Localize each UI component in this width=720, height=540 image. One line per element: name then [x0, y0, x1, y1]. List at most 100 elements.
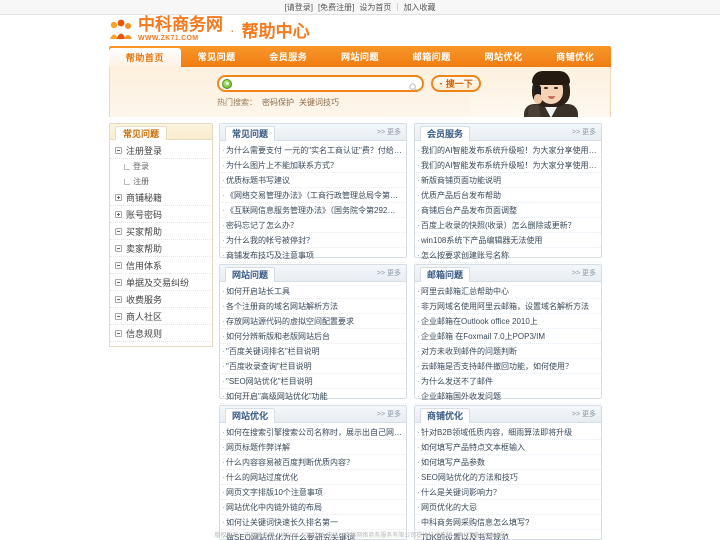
- collapse-minus-icon[interactable]: [115, 146, 122, 154]
- list-item[interactable]: 商铺发布技巧及注意事项: [220, 248, 406, 263]
- list-item[interactable]: 网站优化中内链外链的布局: [220, 500, 406, 515]
- collapse-minus-icon[interactable]: [115, 312, 122, 320]
- list-item[interactable]: 各个注册商的域名网站解析方法: [220, 299, 406, 314]
- list-item[interactable]: 百度上收录的快照(收录）怎么删除或更新？: [415, 218, 601, 233]
- collapse-minus-icon[interactable]: [115, 295, 122, 303]
- list-item[interactable]: 《互联网信息服务管理办法》（国务院令第292号）: [220, 203, 406, 218]
- list-item[interactable]: 针对B2B领域低质内容，细雨算法即将升级: [415, 425, 601, 440]
- nav-item-0[interactable]: 帮助首页: [109, 48, 181, 67]
- list-item[interactable]: 优质标题书写建议: [220, 173, 406, 188]
- list-item[interactable]: win108系统下产品编辑器无法使用: [415, 233, 601, 248]
- search-banner: · 搜一下 热门搜索： 密码保护 关键词技巧: [109, 67, 611, 117]
- sidebar-item-7[interactable]: 收费服务: [110, 291, 212, 308]
- list-item[interactable]: 优质产品后台发布帮助: [415, 188, 601, 203]
- list-item[interactable]: 企业邮箱 在Foxmail 7.0上POP3/IM: [415, 329, 601, 344]
- list-item[interactable]: 什么是关键词影响力？: [415, 485, 601, 500]
- list-item[interactable]: 新版商铺页面功能说明: [415, 173, 601, 188]
- collapse-minus-icon[interactable]: [115, 278, 122, 286]
- list-item[interactable]: 什么内容容易被百度判断优质内容？: [220, 455, 406, 470]
- list-item[interactable]: 阿里云邮箱汇总帮助中心: [415, 284, 601, 299]
- list-item[interactable]: 如何分辨新版和老版网站后台: [220, 329, 406, 344]
- search-icon[interactable]: [409, 79, 418, 92]
- sidebar-item-3[interactable]: 买家帮助: [110, 223, 212, 240]
- sidebar-item-9[interactable]: 信息规则: [110, 325, 212, 342]
- list-item[interactable]: 如何开启"高级网站优化"功能: [220, 389, 406, 404]
- help-center-page: [请登录] [免费注册] 设为首页 | 加入收藏 中科商务网 WWW.ZK71.…: [0, 0, 720, 540]
- collapse-minus-icon[interactable]: [115, 261, 122, 269]
- list-item[interactable]: 如何在搜索引擎搜索公司名称时，展示出自己网站？: [220, 425, 406, 440]
- list-item[interactable]: "SEO网站优化"栏目说明: [220, 374, 406, 389]
- sidebar-item-0[interactable]: 注册登录: [110, 142, 212, 159]
- expand-plus-icon[interactable]: [115, 210, 122, 218]
- panel-more-link-2[interactable]: >> 更多: [377, 268, 401, 278]
- nav-item-3[interactable]: 网站问题: [324, 46, 396, 67]
- list-item[interactable]: 网页优化的大忌: [415, 500, 601, 515]
- list-item[interactable]: 企业邮箱在Outlook office 2010上: [415, 314, 601, 329]
- logo-dot: ·: [230, 21, 235, 38]
- list-item[interactable]: 为什么我的帐号被停封？: [220, 233, 406, 248]
- nav-item-2[interactable]: 会员服务: [252, 46, 324, 67]
- sidebar-item-2[interactable]: 账号密码: [110, 206, 212, 223]
- add-favorite-link[interactable]: 加入收藏: [403, 2, 435, 13]
- collapse-minus-icon[interactable]: [115, 244, 122, 252]
- panel-more-link-4[interactable]: >> 更多: [377, 409, 401, 419]
- list-item[interactable]: SEO网站优化的方法和技巧: [415, 470, 601, 485]
- panel-more-link-1[interactable]: >> 更多: [572, 127, 596, 137]
- sidebar-item-8[interactable]: 商人社区: [110, 308, 212, 325]
- sidebar-item-4[interactable]: 卖家帮助: [110, 240, 212, 257]
- list-item[interactable]: 网页标题作弊详解: [220, 440, 406, 455]
- list-item[interactable]: 什么的网站过度优化: [220, 470, 406, 485]
- list-item[interactable]: 对方未收到邮件的问题判断: [415, 344, 601, 359]
- list-item[interactable]: 《网络交易管理办法》（工商行政管理总局令第60号）: [220, 188, 406, 203]
- panel-more-link-3[interactable]: >> 更多: [572, 268, 596, 278]
- list-item[interactable]: 企业邮箱国外收发问题: [415, 389, 601, 404]
- sidebar-item-label: 注册登录: [126, 145, 163, 156]
- list-item[interactable]: 我们的AI智能发布系统升级啦！为大家分享使用方法的: [415, 143, 601, 158]
- sidebar-item-6[interactable]: 单据及交易纠纷: [110, 274, 212, 291]
- sidebar-item-5[interactable]: 信用体系: [110, 257, 212, 274]
- hot-term-0[interactable]: 密码保护: [262, 97, 294, 108]
- nav-item-1[interactable]: 常见问题: [181, 46, 253, 67]
- nav-item-4[interactable]: 邮箱问题: [396, 46, 468, 67]
- list-item[interactable]: 为什么图片上不能加联系方式？: [220, 158, 406, 173]
- list-item[interactable]: 为什么发送不了邮件: [415, 374, 601, 389]
- login-link[interactable]: [请登录]: [285, 2, 313, 13]
- list-item[interactable]: 非万网域名使用阿里云邮箱，设置域名解析方法: [415, 299, 601, 314]
- sidebar-item-label: 商人社区: [126, 311, 163, 322]
- list-item[interactable]: 如何让关键词快速长久排名第一: [220, 515, 406, 530]
- collapse-minus-icon[interactable]: [115, 329, 122, 337]
- nav-item-5[interactable]: 网站优化: [468, 46, 540, 67]
- list-item[interactable]: 如何填写产品参数: [415, 455, 601, 470]
- panel-list-2: 如何开启站长工具各个注册商的域名网站解析方法存放网站源代码的虚拟空间配置要求如何…: [220, 282, 406, 404]
- list-item[interactable]: 网页文字排版10个注意事项: [220, 485, 406, 500]
- list-item[interactable]: 存放网站源代码的虚拟空间配置要求: [220, 314, 406, 329]
- list-item[interactable]: 云邮箱是否支持邮件撤回功能，如何使用？: [415, 359, 601, 374]
- list-item[interactable]: 密码忘记了怎么办？: [220, 218, 406, 233]
- sidebar-item-1[interactable]: 商铺秘籍: [110, 189, 212, 206]
- list-item[interactable]: 商铺后台产品发布页面调整: [415, 203, 601, 218]
- panel-more-link-5[interactable]: >> 更多: [572, 409, 596, 419]
- list-item[interactable]: 我们的AI智能发布系统升级啦！为大家分享使用方法的: [415, 158, 601, 173]
- sidebar-subitem-0-0[interactable]: 登录: [110, 159, 212, 174]
- search-button[interactable]: · 搜一下: [431, 75, 481, 92]
- hot-term-1[interactable]: 关键词技巧: [299, 97, 339, 108]
- search-box[interactable]: [217, 75, 424, 92]
- list-item[interactable]: "百度收录查询"栏目说明: [220, 359, 406, 374]
- site-header: 中科商务网 WWW.ZK71.COM · 帮助中心: [0, 15, 720, 46]
- list-item[interactable]: "百度关键词排名"栏目说明: [220, 344, 406, 359]
- list-item[interactable]: 如何开启站长工具: [220, 284, 406, 299]
- list-item[interactable]: 怎么按要求创建账号名称: [415, 248, 601, 263]
- nav-item-6[interactable]: 商铺优化: [539, 46, 611, 67]
- sidebar-subitem-0-1[interactable]: 注册: [110, 174, 212, 189]
- register-link[interactable]: [免费注册]: [318, 2, 354, 13]
- expand-plus-icon[interactable]: [115, 193, 122, 201]
- panel-more-link-0[interactable]: >> 更多: [377, 127, 401, 137]
- site-logo[interactable]: 中科商务网 WWW.ZK71.COM · 帮助中心: [108, 17, 310, 42]
- search-input[interactable]: [232, 77, 409, 90]
- list-item[interactable]: 中科商务网采购信息怎么填写?: [415, 515, 601, 530]
- list-item[interactable]: 为什么需要支付 一元的"实名工商认证"费？付给谁？: [220, 143, 406, 158]
- list-item[interactable]: 如何填写产品特点文本框输入: [415, 440, 601, 455]
- set-homepage-link[interactable]: 设为首页: [359, 2, 391, 13]
- collapse-minus-icon[interactable]: [115, 227, 122, 235]
- panel-header-1: 会员服务 >> 更多: [415, 124, 601, 141]
